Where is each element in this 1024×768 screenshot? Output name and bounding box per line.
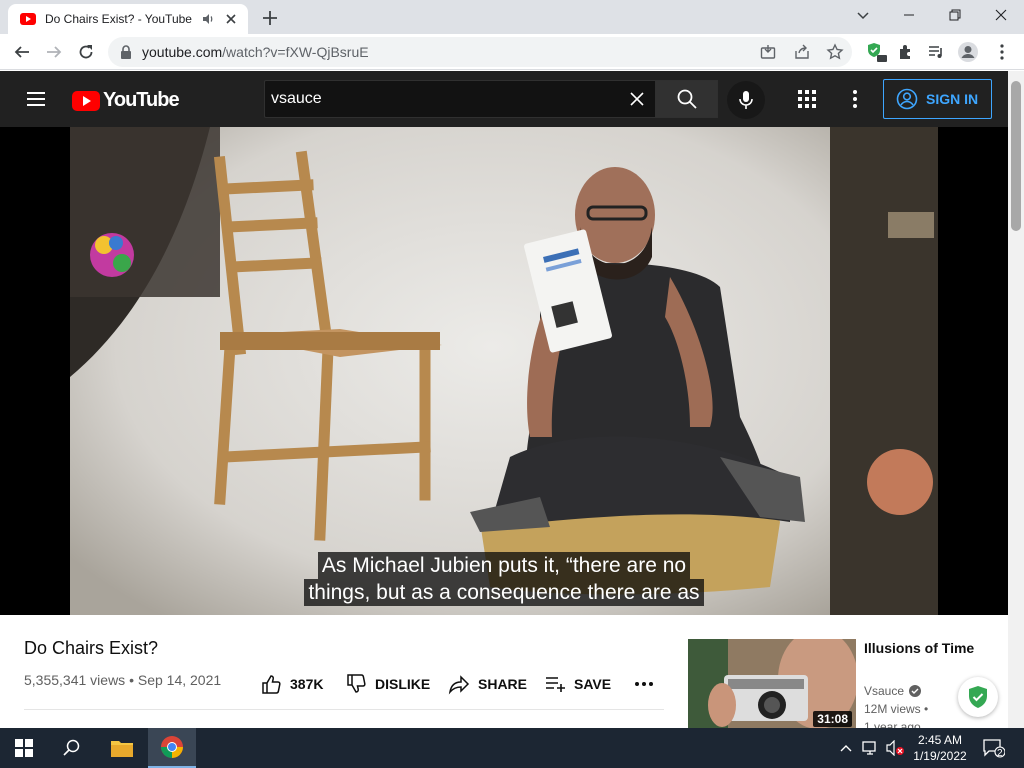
chrome-icon <box>161 736 183 758</box>
security-shield-button[interactable] <box>958 677 998 717</box>
dislike-button[interactable]: DISLIKE <box>345 672 430 696</box>
page-scrollbar[interactable] <box>1008 71 1024 728</box>
tab-audio-icon[interactable] <box>201 12 215 26</box>
video-title: Do Chairs Exist? <box>24 638 159 658</box>
account-circle-icon <box>896 88 918 110</box>
browser-tab[interactable]: Do Chairs Exist? - YouTube <box>8 4 248 34</box>
save-label: SAVE <box>574 676 612 692</box>
like-button[interactable]: 387K <box>260 672 323 696</box>
lock-icon[interactable] <box>120 45 132 59</box>
folder-icon <box>111 741 133 757</box>
video-frame[interactable]: As Michael Jubien puts it, “there are no… <box>70 127 938 615</box>
minimize-icon[interactable] <box>894 3 924 27</box>
search-icon <box>63 739 80 756</box>
video-player[interactable]: As Michael Jubien puts it, “there are no… <box>0 127 1008 615</box>
search-box[interactable] <box>264 80 655 118</box>
media-controls-icon[interactable] <box>924 40 948 64</box>
volume-muted-icon[interactable] <box>886 740 906 756</box>
chrome-taskbar-button[interactable] <box>148 728 196 768</box>
video-captions: As Michael Jubien puts it, “there are no… <box>70 552 938 606</box>
restore-icon[interactable] <box>940 3 970 27</box>
tab-search-chevron-icon[interactable] <box>848 3 878 27</box>
share-button[interactable]: SHARE <box>448 672 527 696</box>
reload-icon[interactable] <box>74 40 98 64</box>
shield-check-icon <box>969 686 987 708</box>
recommendation-title[interactable]: Illusions of Time <box>864 638 984 658</box>
sign-in-label: SIGN IN <box>926 91 979 107</box>
youtube-masthead: YouTube SIGN IN <box>0 71 1008 127</box>
shield-extension-icon[interactable] <box>864 40 888 64</box>
forward-arrow-icon[interactable] <box>42 40 66 64</box>
system-clock[interactable]: 2:45 AM 1/19/2022 <box>908 732 972 764</box>
caption-line-2: things, but as a consequence there are a… <box>304 579 704 606</box>
hamburger-menu-icon[interactable] <box>24 87 48 111</box>
add-to-playlist-icon <box>546 677 565 692</box>
search-button[interactable] <box>655 80 718 118</box>
taskbar-search-button[interactable] <box>48 728 96 768</box>
new-tab-icon[interactable] <box>258 6 282 30</box>
sign-in-button[interactable]: SIGN IN <box>883 79 992 119</box>
youtube-wordmark: YouTube <box>103 89 180 111</box>
file-explorer-button[interactable] <box>98 728 146 768</box>
apps-grid-icon[interactable] <box>797 89 817 109</box>
voice-search-button[interactable] <box>727 81 765 119</box>
info-divider <box>24 709 664 710</box>
settings-more-icon[interactable] <box>845 89 865 109</box>
chrome-menu-icon[interactable] <box>990 40 1014 64</box>
network-icon[interactable] <box>862 740 880 756</box>
more-actions-button[interactable] <box>634 672 654 696</box>
thumbs-up-icon <box>262 675 281 694</box>
video-duration: 31:08 <box>813 711 852 727</box>
caption-line-1: As Michael Jubien puts it, “there are no <box>317 552 691 579</box>
save-button[interactable]: SAVE <box>544 672 611 696</box>
action-center-button[interactable]: 2 <box>978 728 1010 768</box>
tab-close-icon[interactable] <box>223 11 239 27</box>
show-hidden-icons-icon[interactable] <box>840 743 852 753</box>
channel-name: Vsauce <box>864 684 905 698</box>
video-view-date: 5,355,341 views • Sep 14, 2021 <box>24 672 222 688</box>
youtube-logo[interactable]: YouTube <box>72 89 180 112</box>
address-bar[interactable]: youtube.com/watch?v=fXW-QjBsruE <box>108 37 852 67</box>
back-arrow-icon[interactable] <box>10 40 34 64</box>
clock-date: 1/19/2022 <box>913 749 967 763</box>
youtube-play-logo-icon <box>72 90 100 111</box>
window-close-icon[interactable] <box>986 3 1016 27</box>
recommendation-channel[interactable]: Vsauce <box>864 684 922 698</box>
share-label: SHARE <box>478 676 528 692</box>
clear-search-icon[interactable] <box>629 91 645 107</box>
recommendation-views: 12M views • <box>864 702 929 716</box>
microphone-icon <box>739 91 753 109</box>
install-app-icon[interactable] <box>760 44 776 60</box>
share-page-icon[interactable] <box>794 44 810 60</box>
browser-tab-strip: Do Chairs Exist? - YouTube <box>0 0 1024 34</box>
url-path: /watch?v=fXW-QjBsruE <box>222 44 369 60</box>
dislike-label: DISLIKE <box>375 676 431 692</box>
extensions-puzzle-icon[interactable] <box>894 40 918 64</box>
windows-logo-icon <box>15 739 33 757</box>
browser-toolbar: youtube.com/watch?v=fXW-QjBsruE <box>0 34 1024 70</box>
scrollbar-thumb[interactable] <box>1011 81 1021 231</box>
verified-check-icon <box>909 685 922 697</box>
like-count: 387K <box>290 676 324 692</box>
tab-title: Do Chairs Exist? - YouTube <box>45 12 192 26</box>
profile-avatar-icon[interactable] <box>956 40 980 64</box>
youtube-favicon-icon <box>20 13 36 25</box>
thumbs-down-icon <box>347 674 366 693</box>
clock-time: 2:45 AM <box>917 733 963 747</box>
notification-count: 2 <box>997 748 1003 759</box>
start-button[interactable] <box>0 728 48 768</box>
bookmark-star-icon[interactable] <box>826 43 844 61</box>
search-input[interactable] <box>271 87 621 111</box>
video-scene-image <box>70 127 938 615</box>
more-horizontal-icon <box>635 682 653 686</box>
url-host: youtube.com <box>142 44 223 60</box>
share-arrow-icon <box>448 675 470 695</box>
recommendation-thumbnail[interactable]: 31:08 <box>688 639 856 733</box>
search-icon <box>677 89 697 109</box>
windows-taskbar: 2:45 AM 1/19/2022 2 <box>0 728 1024 768</box>
